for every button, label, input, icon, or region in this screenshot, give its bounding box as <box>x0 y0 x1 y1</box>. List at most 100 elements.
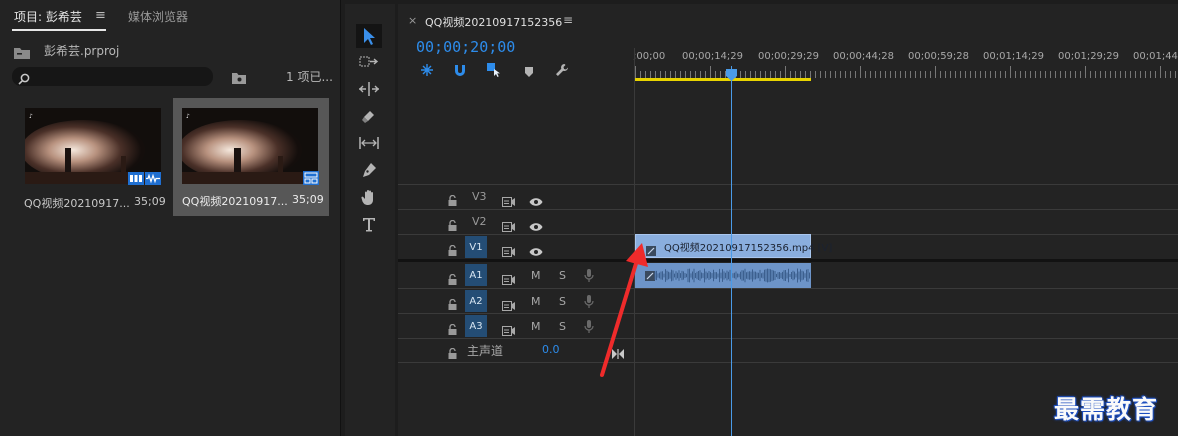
selection-tool[interactable] <box>356 24 382 48</box>
track-select-icon <box>359 56 379 67</box>
video-badge-icon <box>128 170 144 189</box>
sync-lock-icon[interactable] <box>502 192 516 211</box>
timeline-panel: × QQ视频20210917152356 ≡ 00;00;20;00 ;00;0… <box>398 4 1178 436</box>
track-target-a3[interactable]: A3 <box>465 315 487 337</box>
track-header-v2[interactable]: V2 <box>398 210 634 234</box>
sync-lock-icon[interactable] <box>502 217 516 236</box>
track-select-tool[interactable] <box>356 50 382 74</box>
svg-text:♪: ♪ <box>29 113 33 120</box>
lock-icon[interactable] <box>448 241 457 260</box>
sync-lock-icon[interactable] <box>502 270 516 289</box>
ruler-label: 00;01;44 <box>1133 51 1178 62</box>
item-duration: 35;09 <box>134 195 166 208</box>
add-marker-icon[interactable] <box>524 63 534 82</box>
slip-tool[interactable] <box>356 131 382 155</box>
clip-label: QQ视频20210917152356.mp4 [V] <box>664 243 833 254</box>
mute-button[interactable]: M <box>531 269 541 282</box>
slip-icon <box>359 137 379 149</box>
sync-lock-icon[interactable] <box>502 242 516 261</box>
playhead-line <box>731 66 732 436</box>
item-duration: 35;09 <box>292 193 324 206</box>
linked-selection-icon[interactable] <box>486 61 502 81</box>
watermark-text: 最需教育 <box>1054 395 1159 424</box>
close-icon[interactable]: × <box>408 14 417 27</box>
ripple-edit-tool[interactable] <box>356 77 382 101</box>
snap-sequence-icon[interactable] <box>420 62 434 81</box>
ruler-label: 00;00;44;28 <box>833 51 895 62</box>
ripple-edit-icon <box>359 82 379 96</box>
panel-menu-icon[interactable]: ≡ <box>95 8 106 23</box>
audio-clip-a1[interactable] <box>635 263 811 288</box>
project-item[interactable]: ♪ QQ视频20210917... 35;09 <box>16 100 172 218</box>
ruler-ticks <box>635 66 1176 78</box>
audio-badge-icon <box>145 170 161 189</box>
ruler-label: 00;00;29;29 <box>758 51 820 62</box>
wrench-icon[interactable] <box>555 62 569 81</box>
tab-media-browser[interactable]: 媒体浏览器 <box>128 8 188 25</box>
track-target-v1[interactable]: V1 <box>465 236 487 258</box>
sequence-badge-icon <box>303 170 319 189</box>
sequence-tab[interactable]: QQ视频20210917152356 <box>425 14 562 30</box>
tab-underline <box>12 29 106 31</box>
eye-icon[interactable] <box>529 192 543 211</box>
track-header-v3[interactable]: V3 <box>398 185 634 209</box>
project-item[interactable]: ♪ QQ视频20210917... 35;09 <box>173 100 329 218</box>
razor-icon <box>362 111 374 123</box>
microphone-icon[interactable] <box>584 268 594 287</box>
type-tool[interactable] <box>356 212 382 236</box>
ruler-label: 00;01;14;29 <box>983 51 1045 62</box>
microphone-icon[interactable] <box>584 294 594 313</box>
track-name: V3 <box>472 190 487 203</box>
ruler-label: 00;01;29;29 <box>1058 51 1120 62</box>
master-volume-value[interactable]: 0.0 <box>542 343 560 356</box>
lock-icon[interactable] <box>448 216 457 235</box>
search-icon <box>18 70 30 89</box>
audio-waveform <box>654 268 810 283</box>
mute-button[interactable]: M <box>531 320 541 333</box>
video-clip-v1[interactable]: QQ视频20210917152356.mp4 [V] <box>635 234 832 258</box>
ruler-label: ;00;00 <box>633 51 666 62</box>
eye-icon[interactable] <box>529 242 543 261</box>
lock-icon[interactable] <box>448 295 457 314</box>
new-bin-icon[interactable] <box>232 69 246 88</box>
solo-button[interactable]: S <box>559 320 566 333</box>
project-file-name: 彭希芸.prproj <box>44 44 120 58</box>
microphone-icon[interactable] <box>584 319 594 338</box>
pen-icon <box>363 163 376 177</box>
time-ruler[interactable]: ;00;00 00;00;14;29 00;00;29;29 00;00;44;… <box>633 44 1178 84</box>
arrow-icon <box>364 28 375 45</box>
sync-lock-icon[interactable] <box>502 321 516 340</box>
tab-project[interactable]: 项目: 彭希芸 <box>14 8 82 25</box>
item-count: 1 项已... <box>286 70 333 84</box>
lock-icon[interactable] <box>448 344 457 363</box>
hand-icon <box>361 189 373 205</box>
solo-button[interactable]: S <box>559 295 566 308</box>
annotation-arrow <box>600 243 648 377</box>
lock-icon[interactable] <box>448 270 457 289</box>
folder-icon <box>14 44 30 63</box>
lock-icon[interactable] <box>448 320 457 339</box>
sequence-menu-icon[interactable]: ≡ <box>563 13 573 27</box>
ruler-label: 00;00;59;28 <box>908 51 970 62</box>
eye-icon[interactable] <box>529 217 543 236</box>
work-area-bar[interactable] <box>635 78 811 81</box>
project-panel: 项目: 彭希芸 ≡ 媒体浏览器 彭希芸.prproj 1 项已... ♪ QQ视… <box>0 0 341 436</box>
item-name: QQ视频20210917... <box>182 195 288 208</box>
search-input[interactable] <box>12 67 213 86</box>
lock-icon[interactable] <box>448 191 457 210</box>
playhead-handle[interactable] <box>726 66 737 85</box>
ruler-label: 00;00;14;29 <box>682 51 744 62</box>
mute-button[interactable]: M <box>531 295 541 308</box>
type-icon <box>363 218 375 232</box>
track-name: V2 <box>472 215 487 228</box>
hand-tool[interactable] <box>356 185 382 209</box>
track-target-a2[interactable]: A2 <box>465 290 487 312</box>
razor-tool[interactable] <box>356 104 382 128</box>
pen-tool[interactable] <box>356 158 382 182</box>
svg-text:♪: ♪ <box>186 113 190 120</box>
playhead-timecode[interactable]: 00;00;20;00 <box>416 38 515 56</box>
sync-lock-icon[interactable] <box>502 296 516 315</box>
track-target-a1[interactable]: A1 <box>465 264 487 286</box>
solo-button[interactable]: S <box>559 269 566 282</box>
magnet-snap-icon[interactable] <box>453 62 467 81</box>
